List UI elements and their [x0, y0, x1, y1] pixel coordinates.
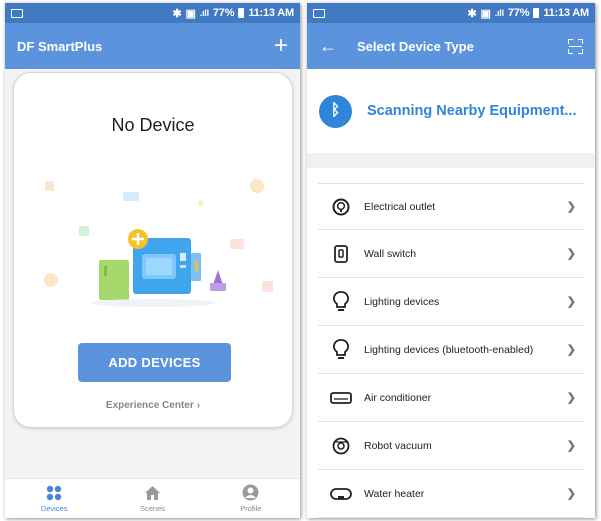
experience-center-label: Experience Center — [105, 400, 194, 411]
battery-percent: 77% — [212, 7, 235, 19]
section-divider — [307, 153, 595, 168]
battery-percent: 77% — [507, 7, 530, 19]
device-type-label: Water heater — [364, 487, 425, 500]
tab-devices-label: Devices — [40, 503, 68, 513]
device-type-label: Lighting devices — [364, 295, 440, 308]
scan-icon[interactable] — [568, 38, 583, 54]
outlet-icon — [330, 196, 352, 218]
device-type-label: Lighting devices (bluetooth-enabled) — [364, 343, 534, 356]
bluetooth-icon: ✱ — [172, 7, 182, 20]
tab-scenes-label: Scenes — [139, 503, 165, 513]
chevron-right-icon: ❯ — [566, 296, 576, 308]
signal-icon: .ıll — [199, 8, 209, 18]
robot-vacuum-icon — [330, 435, 352, 457]
app-bar: DF SmartPlus + — [5, 23, 300, 69]
device-type-list: Electrical outlet ❯ Wall switch ❯ Lighti… — [307, 183, 595, 518]
tab-scenes[interactable]: Scenes — [103, 479, 201, 518]
gallery-notification-icon — [11, 8, 23, 18]
tab-devices[interactable]: Devices — [5, 479, 103, 518]
vibrate-icon: ▣ — [185, 7, 196, 20]
empty-state-title: No Device — [111, 115, 195, 135]
device-type-label: Air conditioner — [364, 391, 432, 404]
status-bar: ✱ ▣ .ıll 77% 11:13 AM — [5, 3, 300, 23]
chevron-right-icon: › — [196, 400, 201, 411]
profile-icon — [242, 484, 259, 501]
device-type-water-heater[interactable]: Water heater ❯ — [318, 470, 584, 518]
select-device-type-screen: ✱ ▣ .ıll 77% 11:13 AM ← Select Device Ty… — [307, 3, 595, 518]
chevron-right-icon: ❯ — [566, 248, 576, 260]
status-time: 11:13 AM — [543, 7, 589, 19]
devices-screen: ✱ ▣ .ıll 77% 11:13 AM DF SmartPlus + No … — [5, 3, 300, 518]
gallery-notification-icon — [313, 8, 325, 18]
devices-grid-icon — [46, 485, 62, 500]
home-icon — [144, 485, 160, 500]
device-type-robot-vacuum[interactable]: Robot vacuum ❯ — [318, 422, 584, 470]
bulb-icon — [330, 290, 352, 313]
battery-icon — [533, 8, 540, 18]
bottom-tab-bar: Devices Scenes Profile — [5, 478, 300, 518]
chevron-right-icon: ❯ — [566, 440, 576, 452]
empty-state-card: No Device ADD DEVICES Experience Center … — [13, 72, 293, 428]
battery-icon — [238, 8, 245, 18]
air-conditioner-icon — [330, 387, 352, 409]
device-type-wall-switch[interactable]: Wall switch ❯ — [318, 230, 584, 278]
wall-switch-icon — [330, 243, 352, 265]
experience-center-link[interactable]: Experience Center › — [14, 400, 292, 411]
water-heater-icon — [330, 483, 352, 505]
device-type-lighting[interactable]: Lighting devices ❯ — [318, 278, 584, 326]
scanning-status: Scanning Nearby Equipment... — [367, 103, 577, 119]
app-title: DF SmartPlus — [17, 38, 103, 54]
device-type-label: Wall switch — [364, 247, 417, 260]
signal-icon: .ıll — [494, 8, 504, 18]
back-arrow-icon[interactable]: ← — [319, 36, 337, 57]
device-type-lighting-bluetooth[interactable]: Lighting devices (bluetooth-enabled) ❯ — [318, 326, 584, 374]
bulb-icon — [330, 338, 352, 361]
device-type-air-conditioner[interactable]: Air conditioner ❯ — [318, 374, 584, 422]
app-bar: ← Select Device Type — [307, 23, 595, 69]
status-bar: ✱ ▣ .ıll 77% 11:13 AM — [307, 3, 595, 23]
tab-profile[interactable]: Profile — [202, 479, 300, 518]
status-time: 11:13 AM — [248, 7, 294, 19]
device-type-label: Electrical outlet — [364, 200, 436, 213]
scanning-banner: ᛒ Scanning Nearby Equipment... — [307, 69, 595, 153]
device-type-label: Robot vacuum — [364, 439, 432, 452]
vibrate-icon: ▣ — [480, 7, 491, 20]
chevron-right-icon: ❯ — [566, 488, 576, 500]
add-devices-button[interactable]: ADD DEVICES — [78, 343, 231, 382]
device-type-electrical-outlet[interactable]: Electrical outlet ❯ — [318, 183, 584, 230]
empty-devices-illustration — [44, 179, 273, 307]
chevron-right-icon: ❯ — [566, 392, 576, 404]
bluetooth-icon: ᛒ — [319, 94, 352, 128]
chevron-right-icon: ❯ — [566, 344, 576, 356]
page-title: Select Device Type — [357, 38, 474, 54]
tab-profile-label: Profile — [240, 504, 262, 513]
chevron-right-icon: ❯ — [566, 201, 576, 213]
plus-icon[interactable]: + — [274, 34, 288, 58]
bluetooth-icon: ✱ — [467, 7, 477, 20]
